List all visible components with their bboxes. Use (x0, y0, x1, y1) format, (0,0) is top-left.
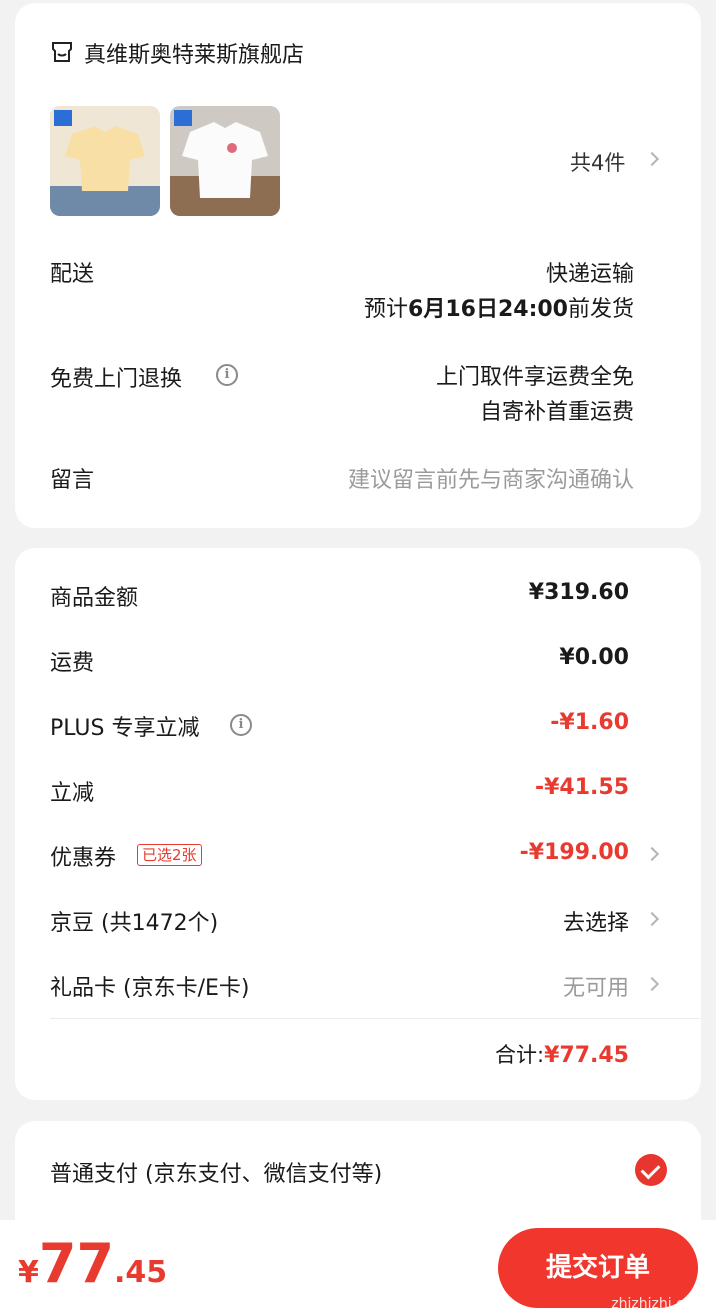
coupon-label: 优惠券 (50, 846, 117, 871)
chevron-right-icon[interactable] (644, 151, 660, 167)
checkmark-icon[interactable] (635, 1154, 667, 1186)
total-label: 合计: (495, 1043, 545, 1067)
total-price: ¥77.45 (18, 1232, 167, 1295)
delivery-label: 配送 (50, 262, 95, 287)
goods-amount-label: 商品金额 (50, 586, 139, 611)
product-thumbnail-1[interactable] (50, 106, 160, 216)
jd-beans-value[interactable]: 去选择 (563, 905, 629, 937)
store-name[interactable]: 真维斯奥特莱斯旗舰店 (84, 37, 304, 69)
returns-line-2: 自寄补首重运费 (479, 400, 634, 425)
chevron-right-icon[interactable] (644, 846, 660, 862)
plus-discount-label: PLUS 专享立减 (50, 716, 200, 741)
price-integer: 77 (38, 1232, 115, 1295)
returns-line-1: 上门取件享运费全免 (435, 365, 634, 390)
delivery-eta-suffix: 前发货 (567, 297, 634, 322)
delivery-eta-date: 6月16日24:00 (408, 297, 568, 322)
gift-card-value[interactable]: 无可用 (563, 970, 629, 1002)
delivery-eta: 预计6月16日24:00前发货 (364, 291, 634, 323)
jd-beans-label: 京豆 (共1472个) (50, 911, 219, 936)
store-icon (50, 40, 74, 68)
product-thumbnail-2[interactable] (170, 106, 280, 216)
divider (50, 1018, 701, 1019)
plus-discount-value: -¥1.60 (550, 710, 629, 735)
message-input[interactable]: 建议留言前先与商家沟通确认 (348, 462, 634, 494)
total-value: ¥77.45 (544, 1043, 629, 1068)
price-summary-card: 商品金额 ¥319.60 运费 ¥0.00 PLUS 专享立减 i -¥1.60… (15, 548, 701, 1100)
item-count[interactable]: 共4件 (570, 147, 625, 177)
shipping-label: 运费 (50, 651, 95, 676)
shipping-value: ¥0.00 (559, 645, 629, 670)
chevron-right-icon[interactable] (644, 911, 660, 927)
delivery-method: 快递运输 (545, 262, 634, 287)
info-icon[interactable]: i (216, 364, 238, 386)
price-currency: ¥ (18, 1255, 39, 1290)
delivery-eta-prefix: 预计 (364, 297, 409, 322)
payment-method-label[interactable]: 普通支付 (京东支付、微信支付等) (50, 1156, 382, 1188)
returns-label: 免费上门退换 (50, 367, 183, 392)
price-decimal: .45 (114, 1255, 168, 1290)
gift-card-label: 礼品卡 (京东卡/E卡) (50, 976, 250, 1001)
coupon-badge: 已选2张 (137, 844, 202, 866)
goods-amount-value: ¥319.60 (528, 580, 629, 605)
watermark: zhizhizhi.com (611, 1296, 706, 1312)
info-icon[interactable]: i (230, 714, 252, 736)
chevron-right-icon[interactable] (644, 976, 660, 992)
store-card: 真维斯奥特莱斯旗舰店 共4件 配送 快递运输 预计6月16日24:00前发货 免… (15, 3, 701, 528)
coupon-value[interactable]: -¥199.00 (520, 840, 629, 865)
total: 合计:¥77.45 (495, 1039, 629, 1069)
instant-discount-value: -¥41.55 (534, 775, 629, 800)
instant-discount-label: 立减 (50, 781, 95, 806)
bottom-bar: ¥77.45 提交订单 zhizhizhi.com (0, 1220, 716, 1316)
message-label: 留言 (50, 468, 95, 493)
